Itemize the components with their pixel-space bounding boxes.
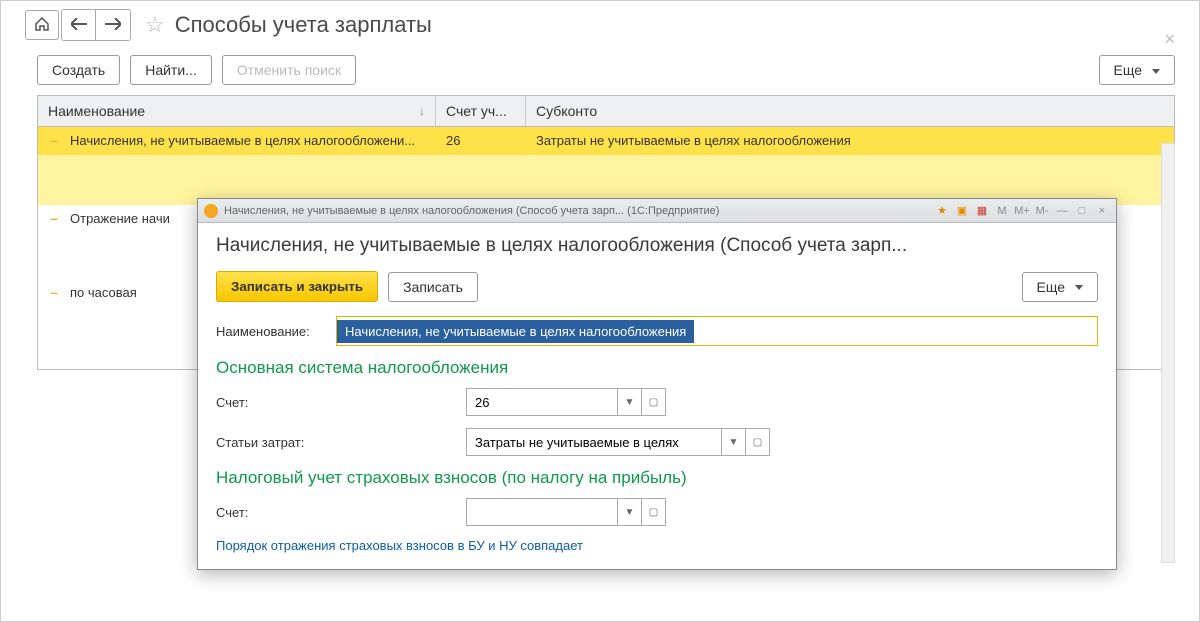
cell-subkonto: Затраты не учитываемые в целях налогообл… [526,127,1174,154]
account-label: Счет: [216,395,466,410]
cell-name: Начисления, не учитываемые в целях налог… [70,133,415,148]
tb-mminus-icon[interactable]: M- [1034,203,1050,219]
tb-mplus-icon[interactable]: M+ [1014,203,1030,219]
insurance-note-link[interactable]: Порядок отражения страховых взносов в БУ… [216,538,1098,553]
chevron-down-icon[interactable]: ▼ [617,389,641,415]
cost-items-label: Статьи затрат: [216,435,466,450]
cost-items-input[interactable] [467,429,721,455]
open-ref-icon[interactable]: ▢ [641,499,665,525]
item-marker-icon: – [48,285,60,300]
item-marker-icon: – [48,211,60,226]
tb-calc-icon[interactable]: ▦ [974,203,990,219]
page-title: Способы учета зарплаты [175,12,432,38]
tb-maximize-icon[interactable]: □ [1074,203,1090,219]
cell-name: Отражение начи [70,211,170,226]
arrow-left-icon [71,18,87,33]
sort-indicator-icon: ↓ [419,104,425,118]
app-1c-icon [204,204,218,218]
dialog-titlebar[interactable]: Начисления, не учитываемые в целях налог… [198,199,1116,223]
section-main-tax: Основная система налогообложения [216,358,1098,378]
back-button[interactable] [62,10,96,40]
name-label: Наименование: [216,324,336,339]
grid-header: Наименование ↓ Счет уч... Субконто [38,96,1174,127]
cell-account: 26 [436,127,526,154]
col-header-name[interactable]: Наименование ↓ [38,96,436,126]
chevron-down-icon[interactable]: ▼ [617,499,641,525]
home-icon [34,17,50,34]
dialog-header: Начисления, не учитываемые в целях налог… [216,235,1098,257]
chevron-down-icon[interactable]: ▼ [721,429,745,455]
tb-m-icon[interactable]: M [994,203,1010,219]
vertical-scrollbar[interactable] [1161,143,1175,563]
save-close-button[interactable]: Записать и закрыть [216,271,378,302]
star-icon[interactable]: ☆ [145,12,165,38]
save-button[interactable]: Записать [388,272,478,302]
name-field[interactable]: Начисления, не учитываемые в целях налог… [336,316,1098,346]
account2-label: Счет: [216,505,466,520]
edit-dialog: Начисления, не учитываемые в целях налог… [197,198,1117,570]
open-ref-icon[interactable]: ▢ [641,389,665,415]
table-row[interactable]: – Начисления, не учитываемые в целях нал… [38,127,1174,155]
forward-button[interactable] [96,10,130,40]
home-button[interactable] [25,10,59,40]
name-field-value: Начисления, не учитываемые в целях налог… [337,320,694,343]
cancel-search-button[interactable]: Отменить поиск [222,55,356,85]
account-input[interactable] [467,389,617,415]
cost-items-combo[interactable]: ▼ ▢ [466,428,770,456]
more-button[interactable]: Еще [1099,55,1176,85]
account2-combo[interactable]: ▼ ▢ [466,498,666,526]
tb-favorite-icon[interactable]: ★ [934,203,950,219]
tb-close-icon[interactable]: × [1094,203,1110,219]
cell-name: по часовая [70,285,137,300]
col-header-account[interactable]: Счет уч... [436,96,526,126]
open-ref-icon[interactable]: ▢ [745,429,769,455]
tb-minimize-icon[interactable]: — [1054,203,1070,219]
account-combo[interactable]: ▼ ▢ [466,388,666,416]
arrow-right-icon [105,18,121,33]
find-button[interactable]: Найти... [130,55,212,85]
close-icon[interactable]: × [1164,29,1175,50]
dialog-titlebar-text: Начисления, не учитываемые в целях налог… [224,205,719,217]
tb-tool-icon[interactable]: ▣ [954,203,970,219]
item-marker-icon: – [48,133,60,148]
account2-input[interactable] [467,499,617,525]
col-header-subkonto[interactable]: Субконто [526,96,1174,126]
create-button[interactable]: Создать [37,55,120,85]
dialog-more-button[interactable]: Еще [1022,272,1099,302]
section-insurance-tax: Налоговый учет страховых взносов (по нал… [216,468,1098,488]
